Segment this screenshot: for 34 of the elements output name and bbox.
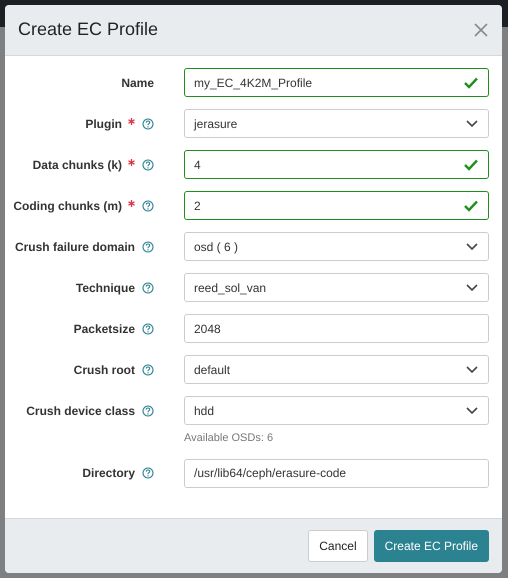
select-field[interactable]: osd ( 6 ) <box>184 232 489 261</box>
field-label: Name <box>121 74 154 92</box>
check-icon <box>464 76 478 88</box>
chevron-down-icon <box>466 366 478 374</box>
input-field[interactable]: my_EC_4K2M_Profile <box>184 68 489 97</box>
input-field[interactable]: 2048 <box>184 314 489 343</box>
input-field[interactable]: 2 <box>184 191 489 220</box>
input-field[interactable]: 4 <box>184 150 489 179</box>
check-icon <box>464 200 478 212</box>
field-label: Directory <box>82 465 135 482</box>
check-icon <box>464 158 478 170</box>
select-field[interactable]: default <box>184 355 489 384</box>
hint-text: Available OSDs: 6 <box>184 431 274 446</box>
cancel-button[interactable]: Cancel <box>308 530 368 562</box>
chevron-down-icon <box>466 406 478 414</box>
field-label: Coding chunks (m) <box>13 198 122 214</box>
chevron-down-icon <box>466 284 478 292</box>
field-label: Technique <box>76 280 135 296</box>
field-label: Data chunks (k) <box>32 156 122 174</box>
field-label: Crush failure domain <box>14 238 135 256</box>
field-label: Crush device class <box>26 402 135 420</box>
chevron-down-icon <box>466 242 478 250</box>
select-field[interactable]: reed_sol_van <box>184 273 489 302</box>
field-label: Packetsize <box>74 320 135 338</box>
close-button[interactable] <box>473 22 489 38</box>
field-label: Crush root <box>74 362 135 378</box>
chevron-down-icon <box>466 120 478 128</box>
dialog-title: Create EC Profile <box>18 19 158 41</box>
create-button[interactable]: Create EC Profile <box>374 530 489 562</box>
input-field[interactable]: /usr/lib64/ceph/erasure-code <box>184 458 489 488</box>
select-field[interactable]: hdd <box>184 396 489 425</box>
field-label: Plugin <box>85 116 122 132</box>
close-icon <box>473 22 489 38</box>
select-field[interactable]: jerasure <box>184 109 489 138</box>
